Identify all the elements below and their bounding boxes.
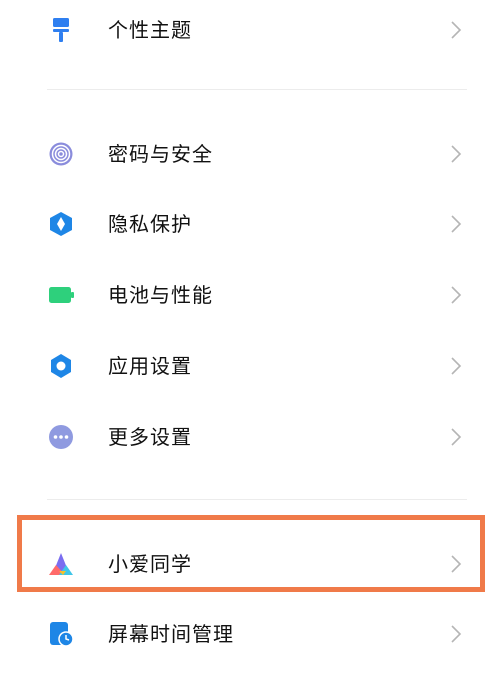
- settings-item-label: 隐私保护: [108, 212, 192, 236]
- fingerprint-icon: [49, 142, 73, 166]
- settings-item-theme[interactable]: 个性主题: [0, 0, 497, 60]
- screen-time-icon: [50, 622, 74, 647]
- chevron-right-icon: [451, 625, 462, 643]
- settings-screen: 个性主题 密码与安全 隐私保护 电池与性能 应用设置 更多设置 小爱同学 屏幕时…: [0, 0, 497, 679]
- chevron-right-icon: [451, 145, 462, 163]
- settings-item-label: 屏幕时间管理: [108, 622, 234, 646]
- settings-item-label: 个性主题: [108, 18, 192, 42]
- battery-icon: [49, 287, 74, 303]
- settings-item-screen-time[interactable]: 屏幕时间管理: [0, 604, 497, 664]
- section-divider: [47, 89, 467, 90]
- chevron-right-icon: [451, 357, 462, 375]
- chevron-right-icon: [451, 555, 462, 573]
- paint-roller-icon: [53, 18, 69, 42]
- more-dots-icon: [49, 425, 73, 449]
- chevron-right-icon: [451, 21, 462, 39]
- settings-item-label: 密码与安全: [108, 142, 213, 166]
- chevron-right-icon: [451, 215, 462, 233]
- settings-item-label: 电池与性能: [108, 283, 213, 307]
- settings-item-password-security[interactable]: 密码与安全: [0, 124, 497, 184]
- section-divider: [47, 499, 467, 500]
- settings-item-app-settings[interactable]: 应用设置: [0, 336, 497, 396]
- settings-item-label: 小爱同学: [108, 552, 192, 576]
- settings-item-xiaoai[interactable]: 小爱同学: [0, 534, 497, 594]
- settings-item-label: 应用设置: [108, 354, 192, 378]
- settings-item-battery[interactable]: 电池与性能: [0, 265, 497, 325]
- shield-icon: [50, 212, 72, 236]
- chevron-right-icon: [451, 286, 462, 304]
- settings-item-more[interactable]: 更多设置: [0, 407, 497, 467]
- chevron-right-icon: [451, 428, 462, 446]
- settings-item-label: 更多设置: [108, 425, 192, 449]
- xiaoai-logo-icon: [49, 553, 73, 575]
- gear-icon: [51, 354, 71, 378]
- settings-item-privacy[interactable]: 隐私保护: [0, 194, 497, 254]
